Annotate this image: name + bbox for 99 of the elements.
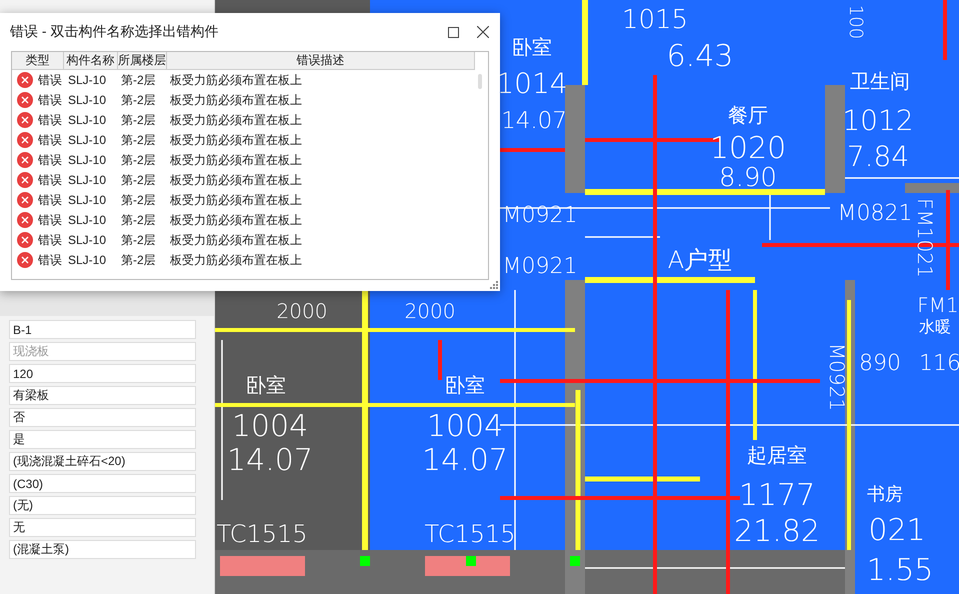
floor-cell-text: 第-2层 xyxy=(121,92,157,108)
floor-cell-text: 第-2层 xyxy=(121,112,157,128)
type-cell-text: 错误 xyxy=(38,152,63,168)
drawing-label: 8.90 xyxy=(719,163,777,193)
drawing-label: M0821 xyxy=(838,201,912,226)
property-field[interactable]: 有梁板 xyxy=(9,386,196,405)
component-name-cell[interactable]: SLJ-10 xyxy=(68,193,121,207)
error-icon xyxy=(17,232,33,248)
component-name-cell[interactable]: SLJ-10 xyxy=(68,133,121,147)
column-marker xyxy=(466,556,476,566)
component-name-cell[interactable]: SLJ-10 xyxy=(68,73,121,87)
component-name-cell[interactable]: SLJ-10 xyxy=(68,113,121,127)
drawing-label: 100 xyxy=(845,4,866,40)
floor-cell-text: 第-2层 xyxy=(121,232,157,248)
property-field[interactable]: 是 xyxy=(9,430,196,449)
type-cell-text: 错误 xyxy=(38,252,63,268)
column-header[interactable]: 错误描述 xyxy=(166,52,475,69)
drawing-label: 水暖 xyxy=(919,317,951,336)
drawing-label: 2000 xyxy=(404,299,456,323)
drawing-label: 卧室 xyxy=(246,373,286,397)
property-field[interactable]: 120 xyxy=(9,364,196,383)
close-icon xyxy=(477,26,489,38)
drawing-label: 116 xyxy=(919,351,959,376)
floor-cell-text: 第-2层 xyxy=(121,172,157,188)
drawing-label: 2000 xyxy=(276,299,328,323)
error-icon xyxy=(17,92,33,108)
drawing-label: 1004 xyxy=(426,409,504,444)
property-field[interactable]: (混凝土泵) xyxy=(9,540,196,559)
type-cell-text: 错误 xyxy=(38,172,63,188)
drawing-label: 14.07 xyxy=(422,443,508,478)
drawing-label: 021 xyxy=(868,513,926,548)
drawing-label: 起居室 xyxy=(747,443,807,467)
error-icon xyxy=(17,72,33,88)
type-cell-text: 错误 xyxy=(38,232,63,248)
property-field[interactable]: (现浇混凝土碎石<20) xyxy=(9,452,196,471)
maximize-icon xyxy=(448,26,458,38)
drawing-label: 7.84 xyxy=(846,140,910,173)
drawing-label: FM1 xyxy=(917,293,959,317)
drawing-label: 890 xyxy=(859,351,901,376)
drawing-label: 1012 xyxy=(842,104,914,137)
component-name-cell[interactable]: SLJ-10 xyxy=(68,173,121,187)
drawing-label: 餐厅 xyxy=(728,103,768,127)
drawing-label: A户型 xyxy=(668,246,732,274)
drawing-label: 1177 xyxy=(738,478,816,513)
property-field[interactable]: B-1 xyxy=(9,320,196,339)
drawing-label: 卧室 xyxy=(512,35,552,59)
column-header[interactable]: 所属楼层 xyxy=(118,52,167,69)
type-cell-text: 错误 xyxy=(38,72,63,88)
drawing-label: 1.55 xyxy=(866,553,934,588)
type-cell-text: 错误 xyxy=(38,212,63,228)
component-name-cell[interactable]: SLJ-10 xyxy=(68,253,121,267)
error-icon xyxy=(17,172,33,188)
floor-cell-text: 第-2层 xyxy=(121,192,157,208)
column-header[interactable]: 类型 xyxy=(12,52,64,69)
type-cell-text: 错误 xyxy=(38,92,63,108)
floor-cell-text: 第-2层 xyxy=(121,132,157,148)
error-icon xyxy=(17,252,33,268)
drawing-label: 卧室 xyxy=(445,373,485,397)
error-icon xyxy=(17,212,33,228)
error-icon xyxy=(17,192,33,208)
drawing-label: 1014 xyxy=(496,67,568,100)
drawing-label: 14.07 xyxy=(227,443,313,478)
drawing-label: 1015 xyxy=(622,5,688,35)
property-field[interactable]: 无 xyxy=(9,518,196,537)
drawing-label: 书房 xyxy=(867,484,903,505)
error-icon xyxy=(17,112,33,128)
scrollbar-thumb[interactable] xyxy=(478,74,482,89)
drawing-label: M0921 xyxy=(825,342,849,412)
drawing-label: 1020 xyxy=(710,131,786,166)
floor-cell-text: 第-2层 xyxy=(121,152,157,168)
property-field[interactable]: (C30) xyxy=(9,474,196,493)
property-field[interactable]: (无) xyxy=(9,496,196,515)
wall xyxy=(905,183,959,193)
drawing-label: 21.82 xyxy=(734,514,820,549)
column-marker xyxy=(570,556,580,566)
floor-cell-text: 第-2层 xyxy=(121,252,157,268)
drawing-label: TC1515 xyxy=(424,520,516,548)
column-header[interactable]: 构件名称 xyxy=(64,52,118,69)
floor-cell-text: 第-2层 xyxy=(121,72,157,88)
drawing-label: TC1515 xyxy=(216,520,308,548)
type-cell-text: 错误 xyxy=(38,112,63,128)
resize-grip-icon[interactable] xyxy=(490,281,498,289)
error-icon xyxy=(17,132,33,148)
error-icon xyxy=(17,152,33,168)
drawing-label: 14.07 xyxy=(501,108,567,134)
drawing-label: 1004 xyxy=(232,409,308,444)
component-name-cell[interactable]: SLJ-10 xyxy=(68,233,121,247)
drawing-label: 6.43 xyxy=(666,39,734,74)
drawing-label: M0921 xyxy=(502,254,578,279)
component-name-cell[interactable]: SLJ-10 xyxy=(68,153,121,167)
type-cell-text: 错误 xyxy=(38,192,63,208)
drawing-label: FM1021 xyxy=(913,198,937,278)
component-name-cell[interactable]: SLJ-10 xyxy=(68,213,121,227)
drawing-label: 卫生间 xyxy=(850,69,910,93)
type-cell-text: 错误 xyxy=(38,132,63,148)
floor-cell-text: 第-2层 xyxy=(121,212,157,228)
component-name-cell[interactable]: SLJ-10 xyxy=(68,93,121,107)
column-marker xyxy=(360,556,370,566)
property-field[interactable]: 否 xyxy=(9,408,196,427)
